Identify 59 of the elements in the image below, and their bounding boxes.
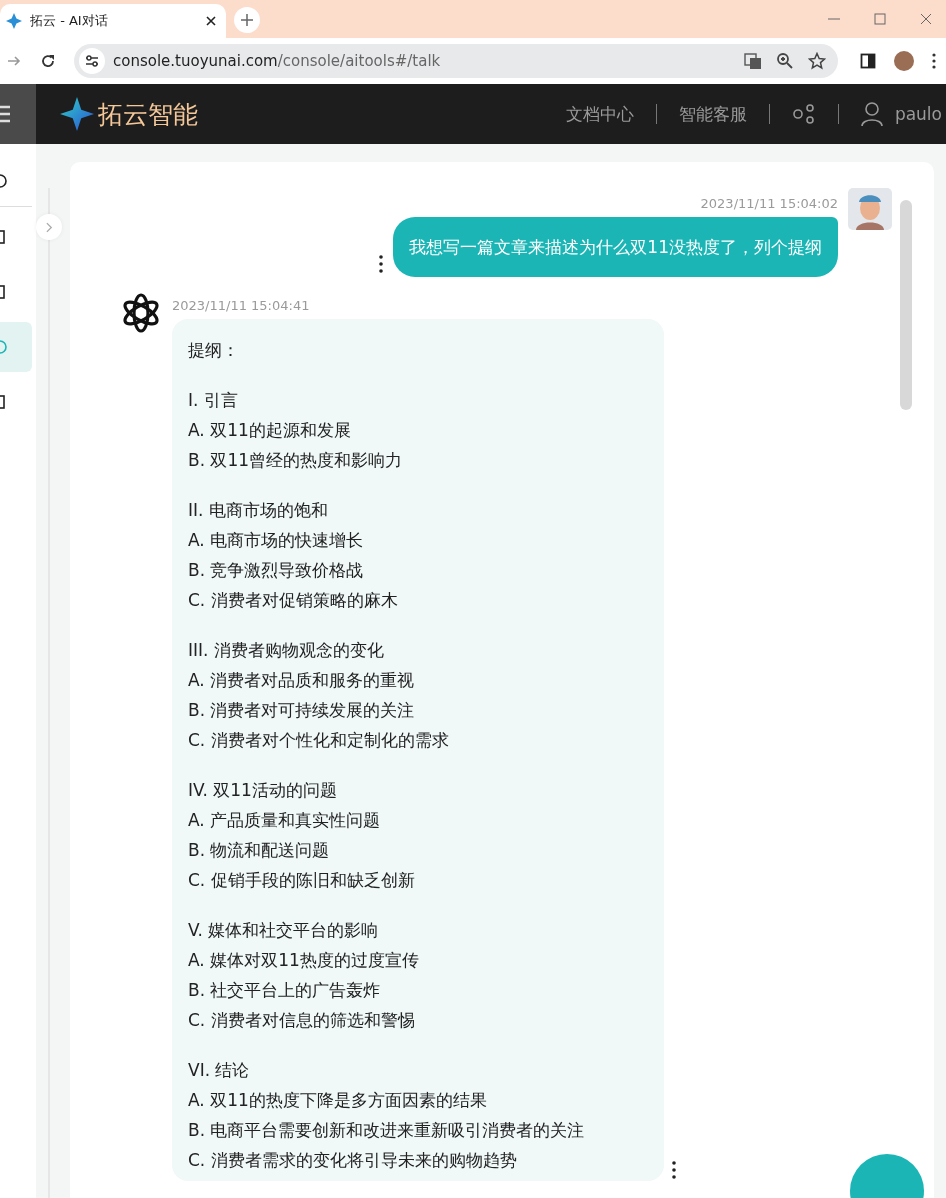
outline-heading: VI. 结论: [188, 1059, 251, 1082]
brand-name: 拓云智能: [98, 98, 198, 131]
timestamp: 2023/11/11 15:04:02: [700, 196, 838, 211]
zoom-icon[interactable]: [776, 52, 794, 70]
close-icon[interactable]: [206, 16, 216, 26]
timestamp: 2023/11/11 15:04:41: [172, 298, 311, 313]
outline-item: C. 消费者需求的变化将引导未来的购物趋势: [188, 1149, 518, 1172]
tab-title: 拓云 - AI对话: [30, 12, 109, 30]
outline-heading: II. 电商市场的饱和: [188, 499, 329, 522]
outline-heading: IV. 双11活动的问题: [188, 779, 338, 802]
side-panel-icon[interactable]: [860, 53, 876, 69]
message-text: 提纲：: [188, 339, 240, 362]
outline-item: B. 物流和配送问题: [188, 839, 331, 862]
outline-heading: V. 媒体和社交平台的影响: [188, 919, 380, 942]
browser-tab[interactable]: 拓云 - AI对话: [0, 4, 226, 38]
sparkle-icon: [6, 13, 22, 29]
header-link[interactable]: 智能客服: [678, 102, 747, 126]
new-tab-button[interactable]: [234, 7, 260, 33]
outline-item: B. 竞争激烈导致价格战: [188, 559, 365, 582]
outline-item: B. 社交平台上的广告轰炸: [188, 979, 382, 1002]
outline-item: C. 消费者对促销策略的麻木: [188, 589, 399, 612]
chevron-icon: [45, 221, 53, 233]
share-icon[interactable]: [791, 104, 816, 124]
outline-item: A. 双11的热度下降是多方面因素的结果: [188, 1089, 488, 1112]
outline-item: C. 促销手段的陈旧和缺乏创新: [188, 869, 416, 892]
outline-item: A. 电商市场的快速增长: [188, 529, 365, 552]
outline-item: A. 产品质量和真实性问题: [188, 809, 382, 832]
header-link[interactable]: 文档中心: [565, 102, 634, 126]
outline-item: B. 电商平台需要创新和改进来重新吸引消费者的关注: [188, 1119, 586, 1142]
scrollbar[interactable]: [900, 200, 912, 410]
outline-item: A. 消费者对品质和服务的重视: [188, 669, 416, 692]
url-text: console.tuoyunai.com/console/aitools#/talk: [113, 52, 441, 70]
menu-icon: [0, 105, 10, 123]
outline-item: C. 消费者对个性化和定制化的需求: [188, 729, 450, 752]
outline-item: C. 消费者对信息的筛选和警惕: [188, 1009, 416, 1032]
avatar-icon: [848, 188, 892, 230]
outline-item: B. 消费者对可持续发展的关注: [188, 699, 416, 722]
logo-icon: [60, 97, 94, 131]
outline-item: B. 双11曾经的热度和影响力: [188, 449, 404, 472]
outline-heading: I. 引言: [188, 389, 239, 412]
user-name[interactable]: paulo: [894, 104, 942, 124]
maximize-icon[interactable]: [874, 13, 886, 25]
outline-heading: III. 消费者购物观念的变化: [188, 639, 385, 662]
outline-item: A. 媒体对双11热度的过度宣传: [188, 949, 420, 972]
address-field[interactable]: console.tuoyunai.com/console/aitools#/talk: [74, 44, 838, 78]
user-message: 我想写一篇文章来描述为什么双11没热度了，列个提纲: [393, 217, 838, 277]
more-icon[interactable]: [672, 1161, 676, 1179]
profile-icon[interactable]: [894, 51, 914, 71]
more-icon[interactable]: [932, 53, 936, 69]
menu-button[interactable]: [0, 84, 36, 144]
star-icon[interactable]: [808, 52, 826, 70]
plus-icon: [241, 14, 253, 26]
translate-icon[interactable]: [744, 52, 762, 70]
knot-logo-icon: [120, 292, 162, 334]
user-icon[interactable]: [860, 102, 883, 126]
site-settings-icon[interactable]: [79, 48, 105, 74]
reload-icon[interactable]: [40, 53, 56, 69]
outline-item: A. 双11的起源和发展: [188, 419, 352, 442]
more-icon[interactable]: [379, 255, 384, 273]
